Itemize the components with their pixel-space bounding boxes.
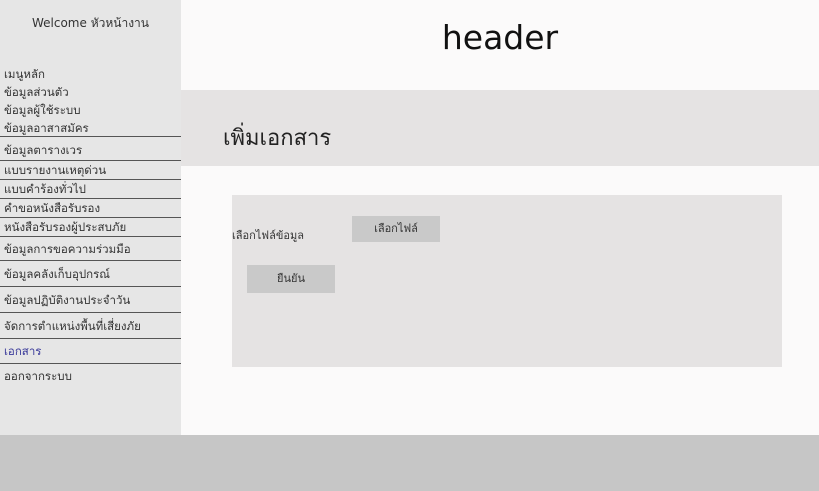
sidebar-item-risk-areas[interactable]: จัดการตำแหน่งพื้นที่เสี่ยงภัย (0, 313, 181, 339)
footer (0, 435, 819, 491)
sidebar-item-urgent-report[interactable]: แบบรายงานเหตุด่วน (0, 161, 181, 180)
sidebar-item-daily-operations[interactable]: ข้อมูลปฏิบัติงานประจำวัน (0, 287, 181, 313)
sidebar-item-users[interactable]: ข้อมูลผู้ใช้ระบบ (0, 101, 181, 119)
header-title: header (441, 18, 559, 57)
sidebar-item-general-request[interactable]: แบบคำร้องทั่วไป (0, 180, 181, 199)
sidebar-item-certificate-request[interactable]: คำขอหนังสือรับรอง (0, 199, 181, 218)
welcome-text: Welcome หัวหน้างาน (31, 16, 149, 30)
choose-file-button[interactable]: เลือกไฟล์ (352, 216, 440, 242)
sidebar-item-schedule[interactable]: ข้อมูลตารางเวร (0, 137, 181, 161)
upload-panel: เลือกไฟล์ข้อมูล เลือกไฟล์ ยืนยัน (232, 195, 782, 367)
sidebar-item-logout[interactable]: ออกจากระบบ (0, 364, 181, 388)
main-area: header เพิ่มเอกสาร เลือกไฟล์ข้อมูล เลือก… (181, 0, 819, 437)
sidebar-item-documents[interactable]: เอกสาร (0, 339, 181, 364)
sidebar: Welcome หัวหน้างาน เมนูหลัก ข้อมูลส่วนตั… (0, 0, 181, 437)
page-title: เพิ่มเอกสาร (223, 126, 332, 151)
confirm-button[interactable]: ยืนยัน (247, 265, 335, 293)
sidebar-item-volunteers[interactable]: ข้อมูลอาสาสมัคร (0, 119, 181, 137)
sidebar-item-cooperation[interactable]: ข้อมูลการขอความร่วมมือ (0, 237, 181, 261)
title-band: เพิ่มเอกสาร (181, 90, 819, 166)
sidebar-item-main-menu[interactable]: เมนูหลัก (0, 65, 181, 83)
file-label: เลือกไฟล์ข้อมูล (232, 229, 304, 242)
sidebar-item-victim-certificate[interactable]: หนังสือรับรองผู้ประสบภัย (0, 218, 181, 237)
sidebar-item-equipment[interactable]: ข้อมูลคลังเก็บอุปกรณ์ (0, 261, 181, 287)
sidebar-menu: เมนูหลัก ข้อมูลส่วนตัว ข้อมูลผู้ใช้ระบบ … (0, 65, 181, 388)
sidebar-item-profile[interactable]: ข้อมูลส่วนตัว (0, 83, 181, 101)
